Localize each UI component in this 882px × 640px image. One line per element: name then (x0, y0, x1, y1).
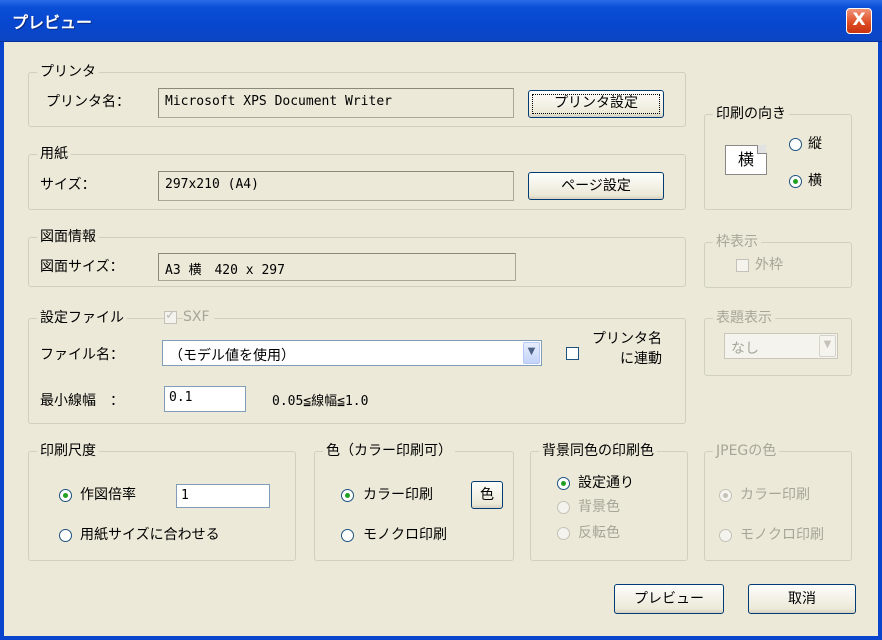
paper-legend: 用紙 (37, 144, 71, 164)
sxf-checkbox[interactable] (164, 308, 177, 324)
outer-frame-checkbox[interactable] (736, 259, 749, 272)
bg-setting-radio[interactable] (557, 477, 570, 490)
paper-size-label: サイズ： (40, 177, 96, 193)
bg-color-legend: 背景同色の印刷色 (539, 441, 657, 461)
min-width-range: 0.05≦線幅≦1.0 (272, 394, 369, 409)
link-printer-checkbox[interactable] (566, 347, 579, 360)
title-display-value: なし (731, 341, 759, 357)
file-name-combo[interactable]: （モデル値を使用） ▼ (162, 340, 542, 366)
fit-paper-radio[interactable] (59, 529, 72, 542)
ratio-value: 1 (181, 488, 189, 503)
min-width-value: 0.1 (169, 390, 193, 405)
portrait-label: 縦 (808, 136, 822, 152)
settings-file-legend: 設定ファイル (37, 308, 127, 328)
page-fold-icon (757, 145, 766, 154)
close-icon: X (852, 10, 866, 30)
printer-name-label: プリンタ名： (46, 94, 130, 110)
landscape-radio[interactable] (789, 175, 802, 188)
printer-legend: プリンタ (37, 62, 99, 82)
color-print-radio[interactable] (341, 489, 354, 502)
sxf-label: SXF (183, 308, 214, 326)
printer-settings-label: プリンタ設定 (554, 95, 638, 111)
jpeg-mono-radio[interactable] (719, 529, 732, 542)
portrait-radio[interactable] (789, 138, 802, 151)
window-frame-bottom (0, 636, 882, 640)
link-printer-label-line2: に連動 (620, 351, 662, 367)
link-printer-label-line1: プリンタ名 (592, 331, 662, 347)
printer-settings-button[interactable]: プリンタ設定 (528, 90, 664, 118)
title-dropdown-arrow-icon[interactable]: ▼ (819, 335, 836, 357)
preview-button[interactable]: プレビュー (614, 584, 724, 614)
printer-name-field: Microsoft XPS Document Writer (158, 88, 514, 118)
mono-print-radio[interactable] (341, 529, 354, 542)
landscape-label: 横 (808, 173, 822, 189)
paper-size-field: 297x210 (A4) (158, 171, 514, 201)
page-setup-button[interactable]: ページ設定 (528, 172, 664, 200)
scale-legend: 印刷尺度 (37, 441, 99, 461)
ratio-label: 作図倍率 (80, 487, 136, 503)
bg-invert-label: 反転色 (578, 525, 620, 541)
bg-background-label: 背景色 (578, 499, 620, 515)
drawing-size-field: A3 横 420 x 297 (158, 253, 516, 281)
drawing-info-legend: 図面情報 (37, 227, 99, 247)
window-frame-right (878, 42, 882, 640)
bg-setting-label: 設定通り (578, 475, 634, 491)
ratio-input[interactable]: 1 (176, 484, 270, 508)
jpeg-color-label: カラー印刷 (740, 487, 810, 503)
window-title: プレビュー (12, 13, 93, 32)
jpeg-mono-label: モノクロ印刷 (740, 527, 824, 543)
color-button-label: 色 (480, 487, 494, 503)
drawing-size-label: 図面サイズ： (40, 259, 124, 275)
settings-file-legend-text: 設定ファイル (40, 310, 124, 326)
dropdown-arrow-icon[interactable]: ▼ (523, 342, 540, 364)
jpeg-color-radio[interactable] (719, 489, 732, 502)
outer-frame-label: 外枠 (755, 257, 783, 273)
title-display-legend: 表題表示 (713, 308, 775, 328)
color-print-label: カラー印刷 (363, 487, 433, 503)
mono-print-label: モノクロ印刷 (363, 527, 447, 543)
cancel-button[interactable]: 取消 (748, 584, 856, 614)
printer-name-value: Microsoft XPS Document Writer (165, 94, 392, 109)
bg-background-radio[interactable] (557, 501, 570, 514)
fit-paper-label: 用紙サイズに合わせる (80, 527, 220, 543)
jpeg-color-legend: JPEGの色 (713, 441, 780, 461)
ratio-radio[interactable] (59, 489, 72, 502)
bg-invert-radio[interactable] (557, 527, 570, 540)
cancel-button-label: 取消 (788, 591, 816, 607)
jpeg-color-group: JPEGの色 (704, 441, 852, 561)
orientation-legend: 印刷の向き (713, 104, 789, 124)
drawing-size-value: A3 横 420 x 297 (165, 263, 285, 278)
preview-button-label: プレビュー (634, 591, 704, 607)
min-width-input[interactable]: 0.1 (164, 386, 246, 412)
color-button[interactable]: 色 (471, 481, 503, 509)
close-button[interactable]: X (846, 8, 872, 34)
window-frame-left (0, 42, 4, 640)
file-name-label: ファイル名： (40, 347, 124, 363)
page-setup-label: ページ設定 (561, 178, 631, 194)
page-icon-char: 横 (737, 150, 754, 169)
title-bar: プレビュー X (0, 0, 882, 42)
title-display-combo[interactable]: なし ▼ (724, 333, 838, 359)
frame-legend: 枠表示 (713, 232, 761, 252)
file-name-value: （モデル値を使用） (169, 348, 295, 364)
paper-size-value: 297x210 (A4) (165, 177, 259, 192)
min-width-label: 最小線幅 ： (40, 393, 124, 409)
color-legend: 色（カラー印刷可） (323, 441, 455, 461)
